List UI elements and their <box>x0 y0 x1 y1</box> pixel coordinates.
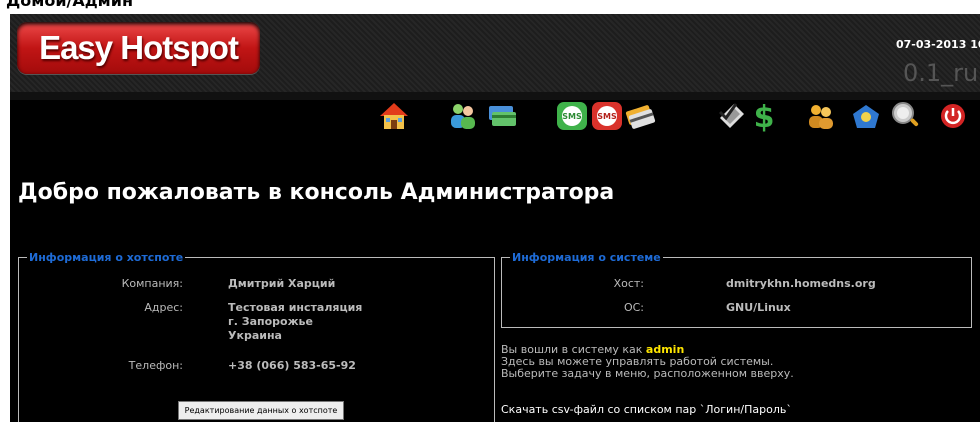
download-csv-link[interactable]: Скачать csv-файл со списком пар `Логин/П… <box>501 403 792 416</box>
cards-icon[interactable] <box>486 100 518 132</box>
phone-label: Телефон: <box>128 359 183 372</box>
tickets-icon[interactable] <box>716 100 748 132</box>
hotspot-info-legend: Информация о хотспоте <box>29 251 184 264</box>
edit-hotspot-button[interactable]: Редактирование данных о хотспоте <box>178 401 344 420</box>
power-icon[interactable] <box>937 100 969 132</box>
easy-hotspot-logo[interactable]: Easy Hotspot <box>17 22 260 74</box>
credit-cards-icon[interactable] <box>624 100 656 132</box>
welcome-info: Вы вошли в систему как admin Здесь вы мо… <box>501 344 794 380</box>
host-label: Хост: <box>613 277 644 290</box>
users-icon[interactable] <box>447 100 479 132</box>
company-label: Компания: <box>121 277 183 290</box>
address-label: Адрес: <box>144 301 183 314</box>
os-label: ОС: <box>623 301 644 314</box>
address-line1: Тестовая инсталяция <box>228 301 363 314</box>
svg-text:SMS: SMS <box>562 112 582 121</box>
info-line-3: Выберите задачу в меню, расположенном вв… <box>501 367 794 380</box>
sms-green-icon[interactable]: SMS <box>556 100 588 132</box>
os-value: GNU/Linux <box>726 301 791 314</box>
page-title: Добро пожаловать в консоль Администратор… <box>18 180 615 205</box>
svg-text:SMS: SMS <box>597 112 617 121</box>
sms-red-icon[interactable]: SMS <box>591 100 623 132</box>
current-date: 07-03-2013 10:1 <box>896 38 980 51</box>
network-icon[interactable] <box>850 100 882 132</box>
header: Easy Hotspot 07-03-2013 10:1 0.1_ru <box>10 14 980 92</box>
svg-text:$: $ <box>754 100 775 132</box>
dollar-icon[interactable]: $ <box>748 100 780 132</box>
app-frame: Easy Hotspot 07-03-2013 10:1 0.1_ru SMS … <box>10 14 980 422</box>
phone-value: +38 (066) 583-65-92 <box>228 359 356 372</box>
address-line3: Украина <box>228 329 282 342</box>
version-label: 0.1_ru <box>903 59 979 87</box>
address-line2: г. Запорожье <box>228 315 313 328</box>
main-toolbar: SMS SMS $ <box>10 100 980 148</box>
page-heading-partial: Домой/Админ <box>0 0 980 14</box>
company-value: Дмитрий Харций <box>228 277 336 290</box>
header-separator <box>10 92 980 100</box>
admins-icon[interactable] <box>805 100 837 132</box>
system-info-panel: Информация о системе Хост: dmitrykhn.hom… <box>501 251 972 328</box>
home-icon[interactable] <box>378 100 410 132</box>
system-info-legend: Информация о системе <box>512 251 661 264</box>
hotspot-info-panel: Информация о хотспоте Компания: Дмитрий … <box>18 251 495 422</box>
host-value: dmitrykhn.homedns.org <box>726 277 876 290</box>
search-icon[interactable] <box>890 100 922 132</box>
